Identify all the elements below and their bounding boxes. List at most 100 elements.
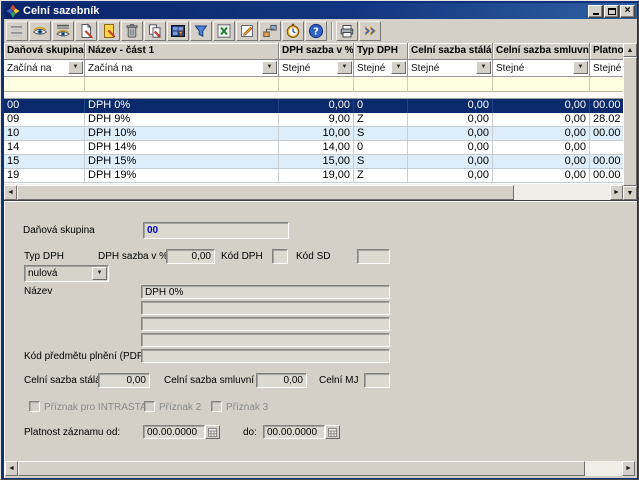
- typ-dph-combobox[interactable]: nulová ▼: [24, 265, 109, 282]
- filter-operator-danova_skupina[interactable]: Začíná na▼: [4, 60, 85, 77]
- cell-nazev: DPH 0%: [85, 99, 279, 113]
- print-button[interactable]: [336, 21, 358, 41]
- excel-export-button[interactable]: [213, 21, 235, 41]
- grid-settings-button[interactable]: [167, 21, 189, 41]
- table-row[interactable]: 14DPH 14%14,0000,000,00: [4, 141, 623, 155]
- detail-scroll-thumb[interactable]: [18, 461, 585, 476]
- cell-platnost: 00.00: [590, 155, 623, 169]
- priznak-2-label: Příznak 2: [159, 402, 201, 413]
- celni-sazba-stala-field[interactable]: 0,00: [98, 373, 150, 388]
- kod-sd-field[interactable]: [357, 249, 390, 264]
- note-pencil-icon: [239, 23, 255, 39]
- maximize-button[interactable]: [604, 5, 619, 18]
- table-row[interactable]: 09DPH 9%9,00Z0,000,0028.02: [4, 113, 623, 127]
- copy-record-button[interactable]: [144, 21, 166, 41]
- relations-button[interactable]: [259, 21, 281, 41]
- notes-button[interactable]: [236, 21, 258, 41]
- filter-input-danova_skupina[interactable]: [4, 77, 85, 92]
- column-header-platnost[interactable]: Platnost: [590, 43, 623, 60]
- filter-input-dph_sazba[interactable]: [279, 77, 354, 92]
- table-row[interactable]: 10DPH 10%10,00S0,000,0000.00: [4, 127, 623, 141]
- danova-skupina-field[interactable]: 00: [143, 222, 289, 239]
- dph-sazba-field[interactable]: 0,00: [166, 249, 215, 264]
- filter-operator-value: Začíná na: [88, 63, 132, 74]
- minimize-button[interactable]: [588, 5, 603, 18]
- grid-horizontal-scrollbar[interactable]: ◄ ►: [4, 184, 623, 200]
- priznak-2-checkbox[interactable]: [144, 401, 155, 412]
- filter-operator-platnost[interactable]: Stejné▼: [590, 60, 623, 77]
- priznak-3-checkbox[interactable]: [211, 401, 222, 412]
- filter-input-nazev[interactable]: [85, 77, 279, 92]
- chevron-down-icon[interactable]: ▼: [262, 61, 277, 74]
- pdp-field[interactable]: [141, 349, 390, 363]
- edit-record-button[interactable]: [98, 21, 120, 41]
- filter-operator-dph_sazba[interactable]: Stejné▼: [279, 60, 354, 77]
- chevron-down-icon[interactable]: ▼: [476, 61, 491, 74]
- app-window: Celní sazebník × ? Daňová skupinaNázev -…: [0, 0, 639, 480]
- list-detail-view-button[interactable]: [52, 21, 74, 41]
- close-button[interactable]: ×: [620, 5, 635, 18]
- scroll-up-icon[interactable]: ▲: [623, 43, 637, 57]
- list-view-button[interactable]: [6, 21, 28, 41]
- celni-sazba-smluvni-field[interactable]: 0,00: [256, 373, 307, 388]
- filter-button[interactable]: [190, 21, 212, 41]
- cell-celni_sazba_stala: 0,00: [408, 99, 493, 113]
- filter-operator-celni_sazba_stala[interactable]: Stejné▼: [408, 60, 493, 77]
- scroll-right-icon[interactable]: ►: [622, 461, 635, 476]
- delete-record-button[interactable]: [121, 21, 143, 41]
- detail-view-button[interactable]: [29, 21, 51, 41]
- grid-divider: [4, 92, 623, 99]
- filter-operator-celni_sazba_smluvni[interactable]: Stejné▼: [493, 60, 590, 77]
- filter-operator-nazev[interactable]: Začíná na ▼: [85, 60, 279, 77]
- table-row[interactable]: 19DPH 19%19,00Z0,000,0000.00: [4, 169, 623, 183]
- scroll-left-icon[interactable]: ◄: [4, 185, 17, 200]
- help-button[interactable]: ?: [305, 21, 327, 41]
- column-header-typ_dph[interactable]: Typ DPH: [354, 43, 408, 60]
- filter-operator-value: Stejné: [593, 63, 621, 74]
- app-icon: [6, 4, 20, 18]
- detail-horizontal-scrollbar[interactable]: ◄ ►: [5, 461, 635, 476]
- celni-mj-field[interactable]: [364, 373, 390, 388]
- platnost-od-field[interactable]: 00.00.0000: [143, 425, 205, 439]
- filter-input-celni_sazba_stala[interactable]: [408, 77, 493, 92]
- scroll-down-icon[interactable]: ▼: [623, 186, 637, 200]
- scroll-left-icon[interactable]: ◄: [5, 461, 18, 476]
- column-header-danova_skupina[interactable]: Daňová skupina: [4, 43, 85, 60]
- chevron-down-icon[interactable]: ▼: [573, 61, 588, 74]
- horizontal-scroll-thumb[interactable]: [17, 185, 514, 200]
- filter-input-typ_dph[interactable]: [354, 77, 408, 92]
- grid-body: Daňová skupinaNázev - část 1DPH sazba v …: [4, 43, 623, 184]
- column-header-nazev[interactable]: Název - část 1: [85, 43, 279, 60]
- priznak-intrastat-checkbox[interactable]: [29, 401, 40, 412]
- nazev-field-4[interactable]: [141, 333, 390, 347]
- kod-dph-field[interactable]: [272, 249, 288, 264]
- chevron-down-icon[interactable]: ▼: [68, 61, 83, 74]
- platnost-do-calendar-button[interactable]: [325, 425, 340, 439]
- platnost-do-field[interactable]: 00.00.0000: [263, 425, 325, 439]
- vertical-scrollbar[interactable]: ▲ ▼: [623, 43, 637, 200]
- vertical-scroll-thumb[interactable]: [623, 57, 637, 186]
- new-record-button[interactable]: [75, 21, 97, 41]
- nazev-field-2[interactable]: [141, 301, 390, 315]
- platnost-od-calendar-button[interactable]: [205, 425, 220, 439]
- column-header-celni_sazba_smluvni[interactable]: Celní sazba smluvní: [493, 43, 590, 60]
- help-icon: ?: [308, 23, 324, 39]
- table-row[interactable]: 00DPH 0%0,0000,000,0000.00: [4, 99, 623, 113]
- titlebar[interactable]: Celní sazebník ×: [4, 3, 637, 19]
- chevron-down-icon[interactable]: ▼: [337, 61, 352, 74]
- table-row[interactable]: 15DPH 15%15,00S0,000,0000.00: [4, 155, 623, 169]
- column-header-celni_sazba_stala[interactable]: Celní sazba stálá: [408, 43, 493, 60]
- celni-sazba-stala-label: Celní sazba stálá: [24, 375, 101, 386]
- cell-danova_skupina: 00: [4, 99, 85, 113]
- column-header-dph_sazba[interactable]: DPH sazba v %: [279, 43, 354, 60]
- more-actions-button[interactable]: [359, 21, 381, 41]
- chevron-down-icon[interactable]: ▼: [92, 267, 107, 280]
- history-button[interactable]: [282, 21, 304, 41]
- filter-input-celni_sazba_smluvni[interactable]: [493, 77, 590, 92]
- nazev-field-1[interactable]: DPH 0%: [141, 285, 390, 299]
- scroll-right-icon[interactable]: ►: [610, 185, 623, 200]
- filter-operator-typ_dph[interactable]: Stejné▼: [354, 60, 408, 77]
- chevron-down-icon[interactable]: ▼: [391, 61, 406, 74]
- filter-input-platnost[interactable]: [590, 77, 623, 92]
- nazev-field-3[interactable]: [141, 317, 390, 331]
